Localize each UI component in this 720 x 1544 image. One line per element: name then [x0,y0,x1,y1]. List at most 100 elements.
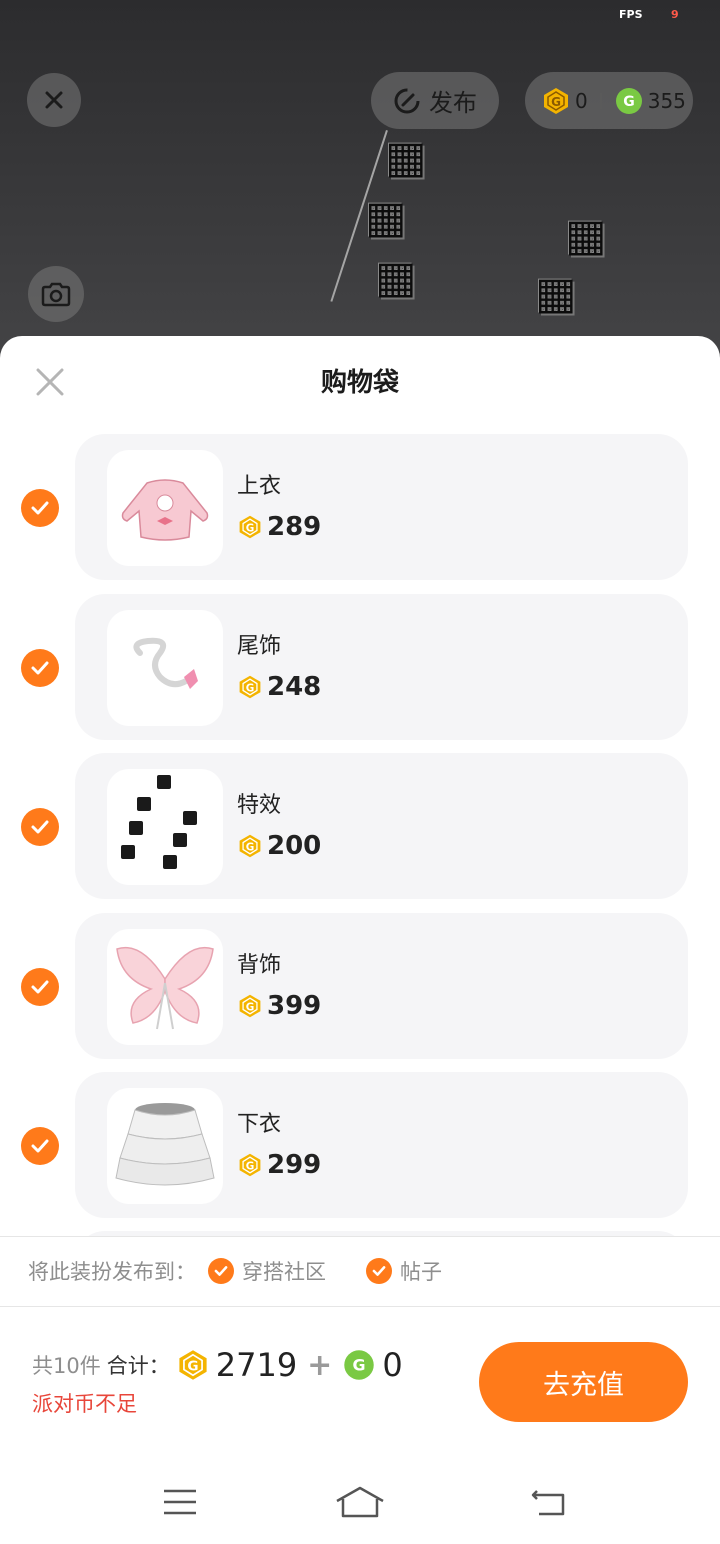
order-summary: 共10件 合计： G 2719 + G 0 派对币不足 [32,1346,403,1418]
item-checkbox[interactable] [21,489,59,527]
green-coin-icon: G [344,1350,375,1380]
sheet-title: 购物袋 [320,368,399,398]
close-scene-button[interactable] [27,73,81,127]
divider [0,1236,720,1237]
gold-coin-icon: G [179,1350,207,1380]
item-name: 特效 [237,793,282,818]
publish-option-community[interactable]: 穿搭社区 [208,1256,326,1286]
avatar-scene: FPS 9 ▦ ▦ ▦ ▦ ▦ 发布 G 0 G 355 [0,0,720,360]
cart-item: 背饰 G 399 [0,913,720,1059]
gold-coin-balance: 0 [575,88,588,113]
back-nav-button[interactable] [524,1484,574,1520]
item-name: 背饰 [237,953,282,978]
back-icon [531,1490,565,1516]
item-card[interactable]: 特效 G 200 [75,753,688,899]
item-card[interactable]: 背饰 G 399 [75,913,688,1059]
gold-coin-icon: G [239,994,261,1018]
item-price-value: 299 [267,1150,322,1180]
svg-text:G: G [187,1359,198,1375]
check-icon [31,820,49,834]
item-checkbox[interactable] [21,1127,59,1165]
gold-coin-icon: G [239,834,261,858]
effect-icon [121,775,197,869]
close-icon [45,91,63,109]
item-count: 共10件 [32,1354,101,1378]
publish-prompt: 将此装扮发布到： [28,1260,196,1284]
top-garment-icon [121,479,209,541]
svg-text:G: G [246,1160,255,1172]
total-label: 合计： [106,1354,170,1378]
publish-button[interactable]: 发布 [371,72,499,129]
publish-label: 发布 [429,89,477,117]
recharge-button[interactable]: 去充值 [479,1342,688,1422]
check-icon [31,980,49,994]
publish-targets: 将此装扮发布到： 穿搭社区 帖子 [28,1256,442,1286]
menu-icon [164,1489,196,1515]
insufficient-balance-warning: 派对币不足 [32,1392,137,1416]
item-thumbnail [107,1088,223,1204]
check-icon [372,1266,386,1276]
item-checkbox[interactable] [21,649,59,687]
fps-value: 9 [671,8,679,21]
effect-glyph: ▦ [385,132,427,183]
svg-text:G: G [623,94,635,110]
green-coin-icon: G [615,87,642,114]
check-icon [31,1139,49,1153]
gold-total: 2719 [215,1346,298,1384]
effect-glyph: ▦ [375,252,417,303]
camera-icon [41,282,71,307]
gold-coin-icon: G [239,515,261,539]
home-icon [336,1486,384,1518]
gold-coin-icon: G [239,1153,261,1177]
svg-text:G: G [551,95,561,109]
green-coin-balance: 355 [647,88,686,113]
item-price-value: 399 [267,991,322,1021]
option-checkbox[interactable] [366,1258,392,1284]
item-thumbnail [107,450,223,566]
gold-coin-icon: G [544,87,568,114]
tail-accessory-icon [133,637,198,689]
fps-label: FPS [619,8,643,21]
divider [0,1306,720,1307]
item-card[interactable]: 上衣 G 289 [75,434,688,580]
gold-coin-icon: G [239,675,261,699]
green-total: 0 [382,1346,403,1384]
item-price: G 248 [237,672,321,702]
check-icon [31,501,49,515]
publish-option-post[interactable]: 帖子 [366,1256,442,1286]
svg-text:G: G [246,522,255,534]
currency-balance[interactable]: G 0 G 355 [525,72,693,129]
skirt-icon [115,1103,215,1186]
system-nav-bar [0,1456,720,1544]
item-card[interactable]: 尾饰 G 248 [75,594,688,740]
svg-text:G: G [246,841,255,853]
item-price: G 200 [237,831,321,861]
item-checkbox[interactable] [21,808,59,846]
svg-text:G: G [246,1001,255,1013]
option-label: 帖子 [400,1260,442,1284]
cart-item: 特效 G 200 [0,753,720,899]
cart-item: 上衣 G 289 [0,434,720,580]
item-price-value: 248 [267,672,322,702]
publish-icon [394,88,420,113]
shopping-bag-sheet: 购物袋 上衣 G 289 尾饰 G 248 特效 G 200 背饰 G 399 … [0,336,720,1544]
item-checkbox[interactable] [21,968,59,1006]
svg-text:G: G [246,682,255,694]
item-name: 尾饰 [237,634,282,659]
item-thumbnail [107,929,223,1045]
item-thumbnail [107,610,223,726]
cart-item-list[interactable]: 上衣 G 289 尾饰 G 248 特效 G 200 背饰 G 399 下衣 G… [0,434,720,1236]
camera-button[interactable] [28,266,84,322]
home-nav-button[interactable] [335,1484,385,1520]
item-price: G 399 [237,991,321,1021]
item-price-value: 289 [267,512,322,542]
item-card[interactable]: 下衣 G 299 [75,1072,688,1218]
menu-nav-button[interactable] [155,1484,205,1520]
item-price: G 299 [237,1150,321,1180]
currency-divider [599,92,602,109]
effect-glyph: ▦ [535,268,577,319]
check-icon [31,661,49,675]
option-checkbox[interactable] [208,1258,234,1284]
effect-glyph: ▦ [565,210,607,261]
option-label: 穿搭社区 [242,1260,326,1284]
